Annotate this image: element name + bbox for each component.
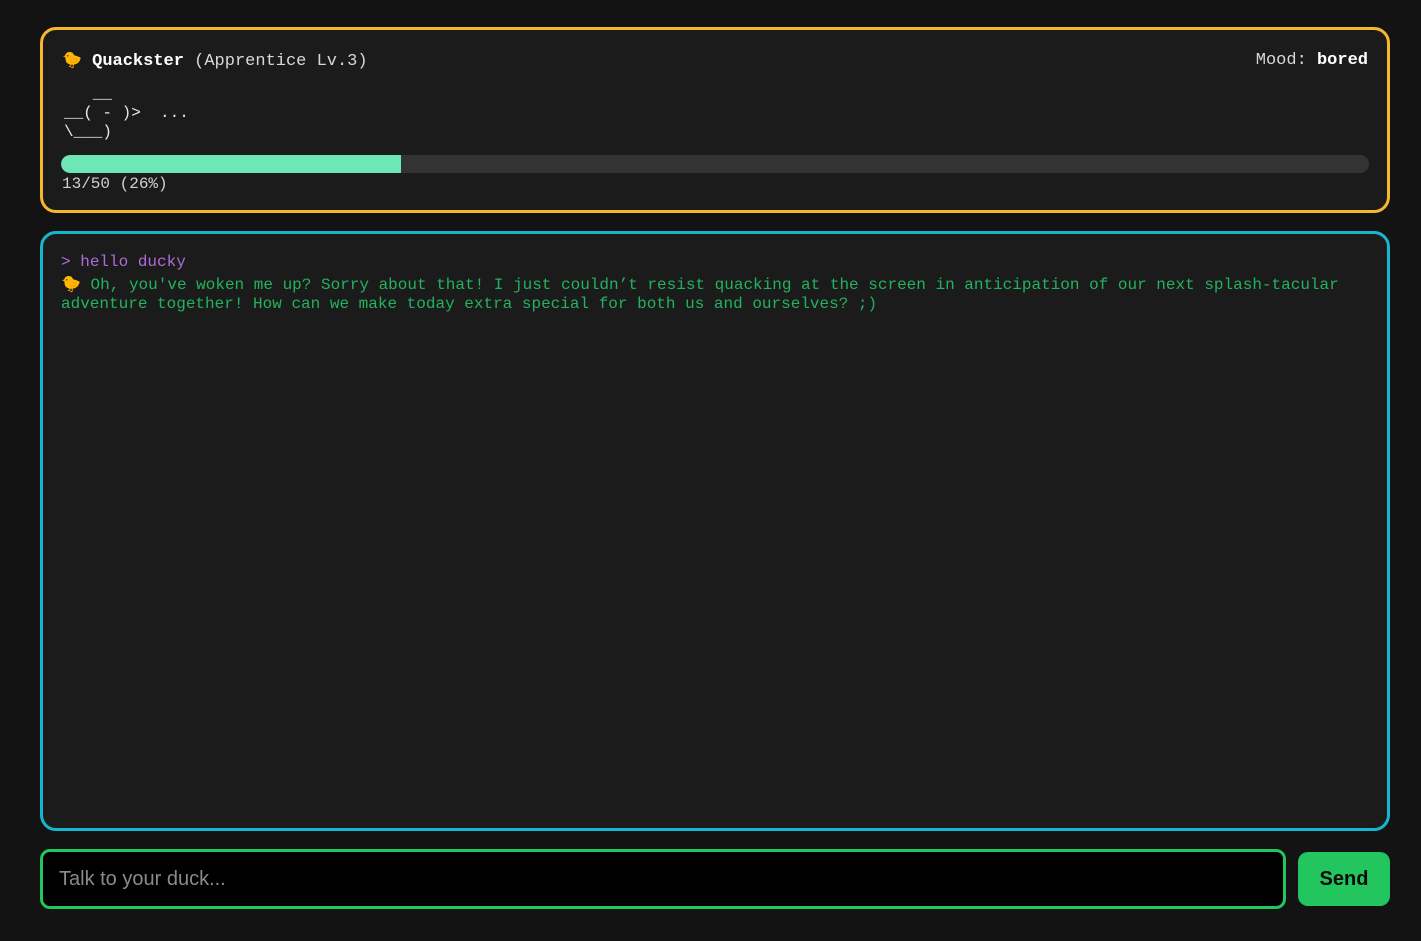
chat-message-text: Oh, you've woken me up? Sorry about that… [61, 275, 1339, 314]
send-button[interactable]: Send [1298, 852, 1390, 906]
duck-status-panel: 🐤 Quackster (Apprentice Lv.3) Mood: bore… [40, 27, 1390, 213]
chat-message-duck: 🐤 Oh, you've woken me up? Sorry about th… [61, 274, 1369, 315]
mood-label: Mood: [1255, 51, 1307, 70]
mood-value: bored [1316, 51, 1368, 70]
chat-log[interactable]: > hello ducky 🐤 Oh, you've woken me up? … [61, 253, 1369, 810]
duck-icon: 🐤 [62, 50, 82, 69]
chat-input-row: Send [40, 849, 1390, 909]
duck-identity: 🐤 Quackster (Apprentice Lv.3) [62, 49, 368, 73]
xp-progress-bar [61, 155, 1369, 173]
duck-mood: Mood: bored [1256, 50, 1368, 72]
chat-input[interactable] [40, 849, 1286, 909]
chat-message-text: hello ducky [80, 253, 186, 271]
duck-rank: (Apprentice Lv.3) [194, 52, 368, 71]
ascii-duck-art: __ __( - )> ... \___) [64, 85, 189, 141]
xp-progress-fill [61, 155, 402, 173]
chat-message-user: > hello ducky [61, 253, 1369, 273]
chat-panel: > hello ducky 🐤 Oh, you've woken me up? … [40, 231, 1390, 831]
duck-icon: 🐤 [61, 273, 81, 293]
duck-name: Quackster [92, 52, 184, 71]
xp-progress-text: 13/50 (26%) [62, 175, 168, 193]
status-header: 🐤 Quackster (Apprentice Lv.3) Mood: bore… [62, 49, 1368, 73]
user-prompt-icon: > [61, 253, 71, 271]
